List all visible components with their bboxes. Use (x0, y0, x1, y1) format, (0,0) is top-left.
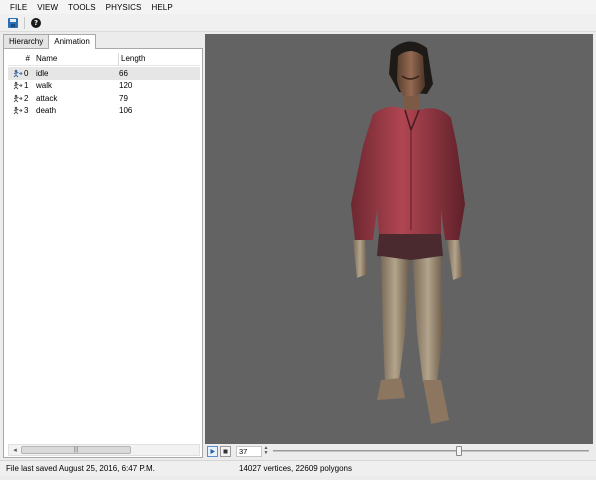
save-icon (8, 17, 18, 28)
play-button[interactable] (207, 445, 218, 457)
table-row[interactable]: 3 death 106 (8, 105, 200, 118)
grip-icon: ||| (73, 447, 79, 453)
menu-view[interactable]: VIEW (37, 3, 58, 12)
timeline-handle[interactable] (456, 446, 462, 456)
help-icon: ? (31, 17, 41, 28)
row-number: 2 (24, 93, 29, 103)
save-button[interactable] (6, 16, 20, 30)
table-header: # Name Length (8, 52, 200, 66)
animation-icon (12, 93, 24, 103)
left-panel: Hierarchy Animation # Name Length 0 idle… (3, 34, 204, 458)
row-number: 0 (24, 68, 29, 78)
character-model (351, 41, 465, 424)
menu-file[interactable]: FILE (10, 3, 27, 12)
status-last-saved: File last saved August 25, 2016, 6:47 P.… (6, 464, 155, 473)
row-name: walk (36, 81, 53, 91)
scrollbar-thumb[interactable]: ||| (21, 446, 131, 454)
stop-button[interactable] (220, 445, 231, 457)
timeline-slider[interactable] (273, 446, 589, 456)
animation-list: 0 idle 66 1 walk 120 2 attack 79 3 death… (8, 67, 200, 117)
horizontal-scrollbar[interactable]: ◂ ||| (8, 444, 200, 456)
row-name: death (36, 106, 57, 116)
row-number: 1 (24, 81, 29, 91)
column-header-length[interactable]: Length (119, 54, 189, 63)
menu-tools[interactable]: TOOLS (68, 3, 95, 12)
panel-tabs: Hierarchy Animation (3, 34, 96, 49)
timeline-track (273, 450, 589, 452)
animation-icon (12, 106, 24, 116)
row-name: idle (36, 68, 49, 78)
animation-panel: # Name Length 0 idle 66 1 walk 120 2 att… (3, 48, 203, 458)
animation-icon (12, 68, 24, 78)
menu-help[interactable]: HELP (151, 3, 172, 12)
status-bar: File last saved August 25, 2016, 6:47 P.… (0, 460, 596, 476)
tab-animation[interactable]: Animation (48, 34, 96, 49)
animation-icon (12, 81, 24, 91)
row-length: 106 (119, 106, 133, 116)
row-length: 66 (119, 68, 128, 78)
table-row[interactable]: 2 attack 79 (8, 92, 200, 105)
toolbar: ? (0, 14, 596, 32)
spin-down-icon[interactable]: ▼ (264, 451, 269, 456)
row-length: 79 (119, 93, 128, 103)
play-icon (210, 448, 215, 454)
help-button[interactable]: ? (29, 16, 43, 30)
menu-physics[interactable]: PHYSICS (106, 3, 142, 12)
column-header-number[interactable]: # (8, 54, 34, 63)
scroll-left-icon[interactable]: ◂ (9, 445, 21, 455)
frame-input[interactable] (236, 445, 262, 457)
3d-viewport[interactable] (205, 34, 593, 444)
playback-controls: ▲ ▼ (205, 444, 593, 458)
stop-icon (223, 449, 228, 453)
toolbar-separator (24, 16, 25, 29)
row-number: 3 (24, 106, 29, 116)
column-header-name[interactable]: Name (34, 54, 118, 63)
status-mesh-info: 14027 vertices, 22609 polygons (239, 464, 352, 473)
menubar: FILE VIEW TOOLS PHYSICS HELP (0, 0, 596, 14)
tab-hierarchy[interactable]: Hierarchy (3, 34, 50, 48)
table-row[interactable]: 1 walk 120 (8, 80, 200, 93)
row-name: attack (36, 93, 58, 103)
table-row[interactable]: 0 idle 66 (8, 67, 200, 80)
frame-spinner[interactable]: ▲ ▼ (263, 446, 269, 457)
row-length: 120 (119, 81, 133, 91)
